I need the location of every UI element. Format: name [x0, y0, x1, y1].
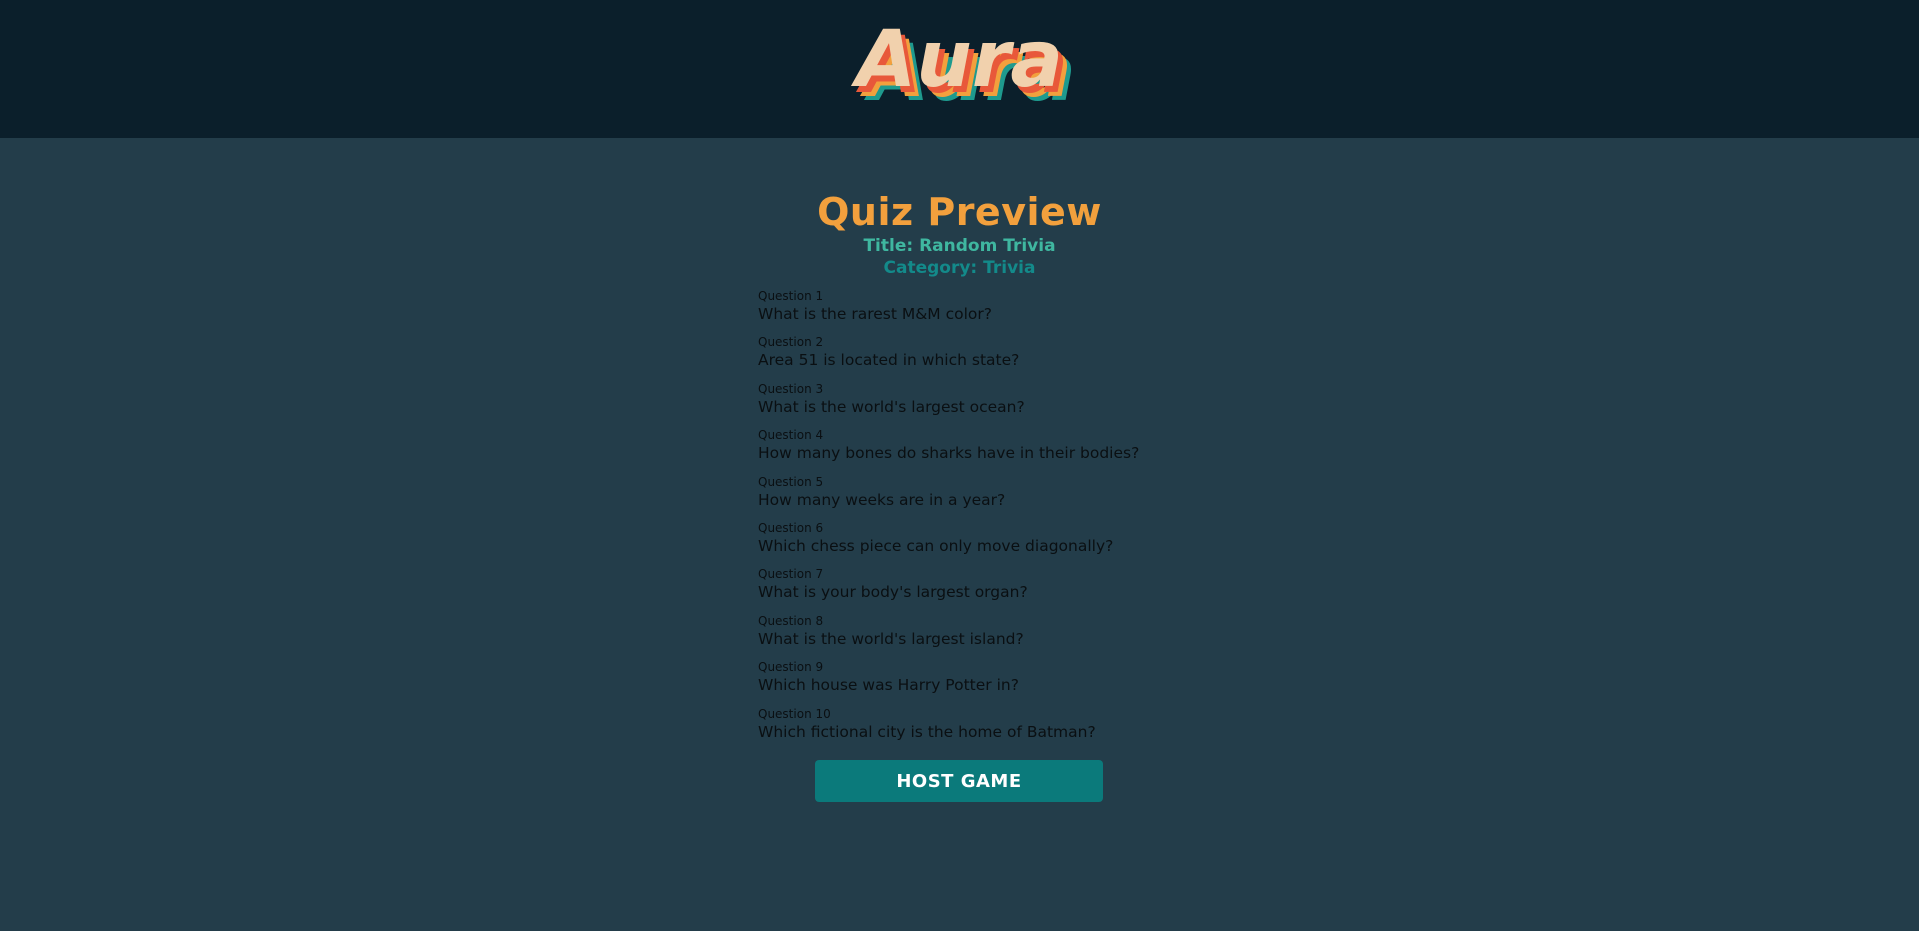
question-number: Question 9: [758, 660, 824, 675]
question-text: Area 51 is located in which state?: [758, 351, 1020, 370]
question-item: Question 6 Which chess piece can only mo…: [758, 521, 1258, 567]
host-game-button[interactable]: HOST GAME: [815, 760, 1103, 802]
question-item: Question 10 Which fictional city is the …: [758, 707, 1258, 753]
question-item: Question 4 How many bones do sharks have…: [758, 428, 1258, 474]
question-number: Question 1: [758, 289, 824, 303]
question-number: Question 3: [758, 381, 824, 396]
header: Aura Aura Aura Aura: [0, 0, 1919, 138]
question-item: Question 9 Which house was Harry Potter …: [758, 660, 1258, 706]
question-item: Question 8 What is the world's largest i…: [758, 614, 1258, 660]
page-title: Quiz Preview: [817, 190, 1102, 234]
question-text: What is the rarest M&M color?: [758, 305, 992, 323]
question-text: What is your body's largest organ?: [758, 583, 1028, 602]
question-item: Question 3 What is the world's largest o…: [758, 382, 1258, 428]
question-number: Question 4: [758, 428, 824, 443]
question-text: What is the world's largest ocean?: [758, 397, 1025, 416]
question-item: Question 7 What is your body's largest o…: [758, 567, 1258, 613]
question-number: Question 7: [758, 567, 824, 582]
question-number: Question 2: [758, 335, 824, 350]
aura-logo-graphic: Aura Aura Aura Aura: [850, 15, 1076, 114]
quiz-category-line: Category: Trivia: [883, 258, 1036, 278]
quiz-preview-panel: Quiz Preview Title: Random Trivia Catego…: [0, 138, 1919, 931]
question-text: Which fictional city is the home of Batm…: [758, 722, 1096, 741]
question-text: How many bones do sharks have in their b…: [758, 444, 1140, 463]
question-text: What is the world's largest island?: [758, 629, 1024, 648]
question-text: Which chess piece can only move diagonal…: [758, 536, 1114, 555]
question-list: Question 1 What is the rarest M&M color?…: [758, 289, 1258, 753]
question-number: Question 8: [758, 613, 824, 628]
question-item: Question 2 Area 51 is located in which s…: [758, 335, 1258, 381]
question-text: Which house was Harry Potter in?: [758, 676, 1019, 695]
question-item: Question 5 How many weeks are in a year?: [758, 475, 1258, 521]
aura-logo[interactable]: Aura Aura Aura Aura: [845, 14, 1085, 114]
question-item: Question 1 What is the rarest M&M color?: [758, 289, 1258, 335]
question-number: Question 5: [758, 474, 824, 489]
logo-face: Aura: [850, 15, 1063, 105]
question-text: How many weeks are in a year?: [758, 490, 1006, 509]
question-number: Question 10: [758, 706, 831, 721]
question-number: Question 6: [758, 520, 824, 535]
quiz-title-line: Title: Random Trivia: [863, 236, 1056, 256]
